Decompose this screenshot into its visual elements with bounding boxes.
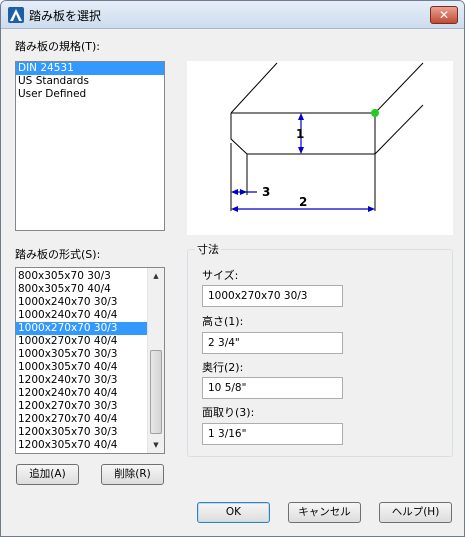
list-item[interactable]: 1000x305x70 40/4 bbox=[16, 361, 148, 374]
app-logo-icon bbox=[8, 7, 24, 23]
list-item[interactable]: 1200x270x70 40/4 bbox=[16, 413, 148, 426]
list-item[interactable]: User Defined bbox=[16, 88, 164, 101]
arrow-icon bbox=[298, 147, 304, 154]
arrow-icon bbox=[368, 206, 375, 212]
formats-items: 800x305x70 30/3 800x305x70 40/4 1000x240x7… bbox=[16, 270, 148, 452]
dim-label-height: 1 bbox=[296, 127, 304, 141]
list-item[interactable]: US Standards bbox=[16, 75, 164, 88]
title-bar: 踏み板を選択 ✕ bbox=[1, 1, 464, 29]
scroll-thumb[interactable] bbox=[150, 350, 162, 434]
list-item[interactable]: 1000x240x70 40/4 bbox=[16, 309, 148, 322]
depth-field[interactable]: 10 5/8" bbox=[202, 377, 343, 399]
ok-button[interactable]: OK bbox=[197, 502, 270, 523]
size-label: サイズ: bbox=[202, 269, 239, 282]
grip-point-icon bbox=[371, 109, 379, 117]
list-item[interactable]: 800x305x70 40/4 bbox=[16, 283, 148, 296]
dim-label-depth: 2 bbox=[299, 195, 307, 209]
formats-label-text: 踏み板の形式(S): bbox=[15, 248, 101, 261]
diagram-edge bbox=[374, 104, 424, 155]
arrow-icon bbox=[231, 189, 238, 195]
scroll-up-icon[interactable]: ▲ bbox=[148, 268, 164, 284]
arrow-icon bbox=[240, 189, 247, 195]
list-item[interactable]: 1200x240x70 30/3 bbox=[16, 374, 148, 387]
list-item[interactable]: 1200x305x70 40/4 bbox=[16, 439, 148, 452]
standards-label-text: 踏み板の規格(T): bbox=[15, 40, 101, 53]
formats-label: 踏み板の形式(S): bbox=[15, 246, 100, 262]
diagram-edge bbox=[374, 62, 424, 114]
window-title: 踏み板を選択 bbox=[29, 9, 102, 23]
list-item[interactable]: 800x305x70 30/3 bbox=[16, 270, 148, 283]
standards-label: 踏み板の規格(T): bbox=[15, 38, 100, 54]
dimensions-group-title: 寸法 bbox=[195, 241, 221, 257]
depth-label: 奥行(2): bbox=[202, 361, 244, 374]
scroll-down-icon[interactable]: ▼ bbox=[148, 437, 164, 453]
dim-label-chamfer: 3 bbox=[262, 185, 270, 199]
list-item[interactable]: 1200x240x70 40/4 bbox=[16, 387, 148, 400]
size-field[interactable]: 1000x270x70 30/3 bbox=[202, 285, 343, 307]
tread-preview: 1 2 3 bbox=[187, 61, 453, 235]
close-button[interactable]: ✕ bbox=[430, 6, 458, 24]
chamfer-field[interactable]: 1 3/16" bbox=[202, 423, 343, 445]
tread-diagram: 1 2 3 bbox=[230, 62, 424, 212]
formats-scrollbar[interactable]: ▲ ▼ bbox=[147, 268, 164, 453]
dialog-window: 踏み板を選択 ✕ 踏み板の規格(T): DIN 24531 US Standard… bbox=[0, 0, 465, 537]
height-field[interactable]: 2 3/4" bbox=[202, 332, 343, 354]
list-item[interactable]: 1000x240x70 30/3 bbox=[16, 296, 148, 309]
diagram-edge bbox=[230, 62, 278, 114]
delete-button[interactable]: 削除(R) bbox=[101, 464, 164, 485]
height-label: 高さ(1): bbox=[202, 315, 244, 328]
arrow-icon bbox=[231, 206, 238, 212]
list-item[interactable]: 1200x305x70 30/3 bbox=[16, 426, 148, 439]
cancel-button[interactable]: キャンセル bbox=[288, 502, 361, 523]
list-item[interactable]: 1000x270x70 30/3 bbox=[16, 322, 148, 335]
list-item[interactable]: 1200x270x70 30/3 bbox=[16, 400, 148, 413]
help-button[interactable]: ヘルプ(H) bbox=[379, 502, 452, 523]
formats-listbox[interactable]: 800x305x70 30/3 800x305x70 40/4 1000x240x7… bbox=[15, 267, 165, 454]
chamfer-label: 面取り(3): bbox=[202, 406, 255, 419]
list-item[interactable]: 1000x305x70 30/3 bbox=[16, 348, 148, 361]
standards-listbox[interactable]: DIN 24531 US Standards User Defined bbox=[15, 61, 165, 231]
add-button[interactable]: 追加(A) bbox=[16, 464, 79, 485]
arrow-icon bbox=[298, 113, 304, 120]
list-item[interactable]: 1000x270x70 40/4 bbox=[16, 335, 148, 348]
list-item[interactable]: DIN 24531 bbox=[16, 62, 164, 75]
